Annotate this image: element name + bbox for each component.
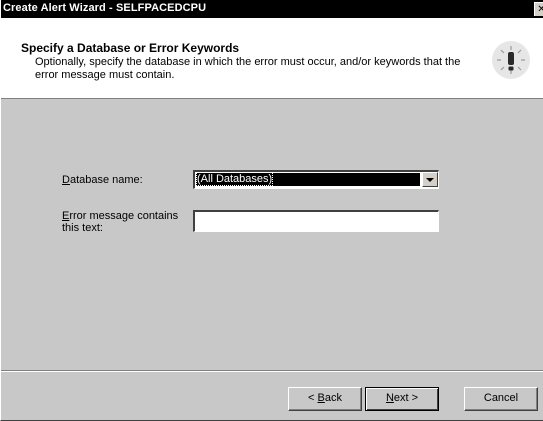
close-icon: ✕ [537, 4, 543, 15]
error-message-label: Error message contains this text: [62, 210, 179, 234]
close-button[interactable]: ✕ [534, 2, 543, 16]
alert-wizard-icon [492, 41, 530, 79]
database-selected-value: (All Databases) [196, 173, 420, 186]
page-title: Specify a Database or Error Keywords [21, 41, 240, 55]
back-button[interactable]: < Back [288, 387, 362, 411]
title-bar[interactable]: Create Alert Wizard - SELFPACEDCPU ✕ [1, 0, 543, 18]
wizard-header: Specify a Database or Error Keywords Opt… [1, 18, 543, 99]
window-title: Create Alert Wizard - SELFPACEDCPU [3, 2, 207, 14]
chevron-down-icon [426, 178, 434, 182]
next-button[interactable]: Next > [365, 387, 439, 411]
page-description: Optionally, specify the database in whic… [35, 56, 461, 81]
error-message-input[interactable] [193, 210, 439, 232]
database-name-label: Database name: [62, 174, 143, 186]
cancel-button[interactable]: Cancel [464, 387, 538, 411]
database-name-dropdown[interactable]: (All Databases) [193, 170, 439, 189]
wizard-content: Database name: (All Databases) Error mes… [1, 99, 543, 369]
wizard-dialog: Create Alert Wizard - SELFPACEDCPU ✕ Spe… [0, 0, 543, 421]
footer-divider [1, 370, 543, 372]
dropdown-arrow-button[interactable] [422, 172, 438, 187]
